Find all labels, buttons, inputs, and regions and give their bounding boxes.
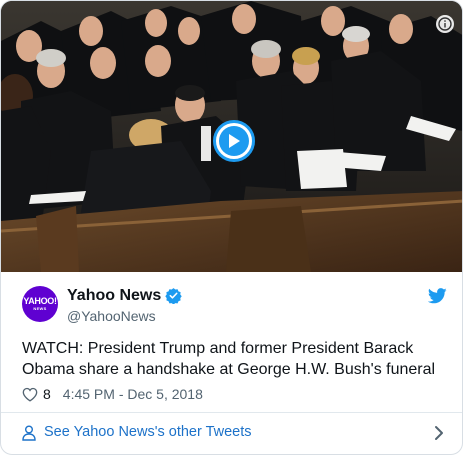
display-name[interactable]: Yahoo News <box>67 286 182 305</box>
author-names: Yahoo News @YahooNews <box>67 286 182 325</box>
user-icon <box>22 425 36 441</box>
handle[interactable]: @YahooNews <box>67 307 182 325</box>
tweet-author[interactable]: YAHOO! NEWS Yahoo News @YahooNews <box>22 286 447 326</box>
tweet-text: WATCH: President Trump and former Presid… <box>22 340 436 378</box>
avatar-logo-text: YAHOO! <box>23 296 57 306</box>
play-button[interactable] <box>213 120 255 162</box>
play-icon <box>219 126 249 156</box>
like-count[interactable]: 8 <box>43 386 51 402</box>
other-tweets-link[interactable]: See Yahoo News's other Tweets <box>44 424 252 440</box>
verified-badge-icon <box>165 288 182 304</box>
avatar-logo-subtext: NEWS <box>33 306 47 311</box>
info-icon[interactable] <box>436 15 454 33</box>
tweet-meta: 8 4:45 PM - Dec 5, 2018 <box>22 384 203 404</box>
display-name-text[interactable]: Yahoo News <box>67 286 161 305</box>
embedded-tweet-card: YAHOO! NEWS Yahoo News @YahooNews WATCH:… <box>0 0 463 455</box>
timestamp[interactable]: 4:45 PM - Dec 5, 2018 <box>63 386 203 402</box>
video-thumbnail[interactable] <box>1 1 462 272</box>
twitter-bird-icon[interactable] <box>428 288 447 304</box>
other-tweets-footer[interactable]: See Yahoo News's other Tweets <box>1 413 462 453</box>
avatar[interactable]: YAHOO! NEWS <box>22 286 58 322</box>
heart-icon[interactable] <box>22 387 38 402</box>
chevron-right-icon[interactable] <box>434 425 444 441</box>
